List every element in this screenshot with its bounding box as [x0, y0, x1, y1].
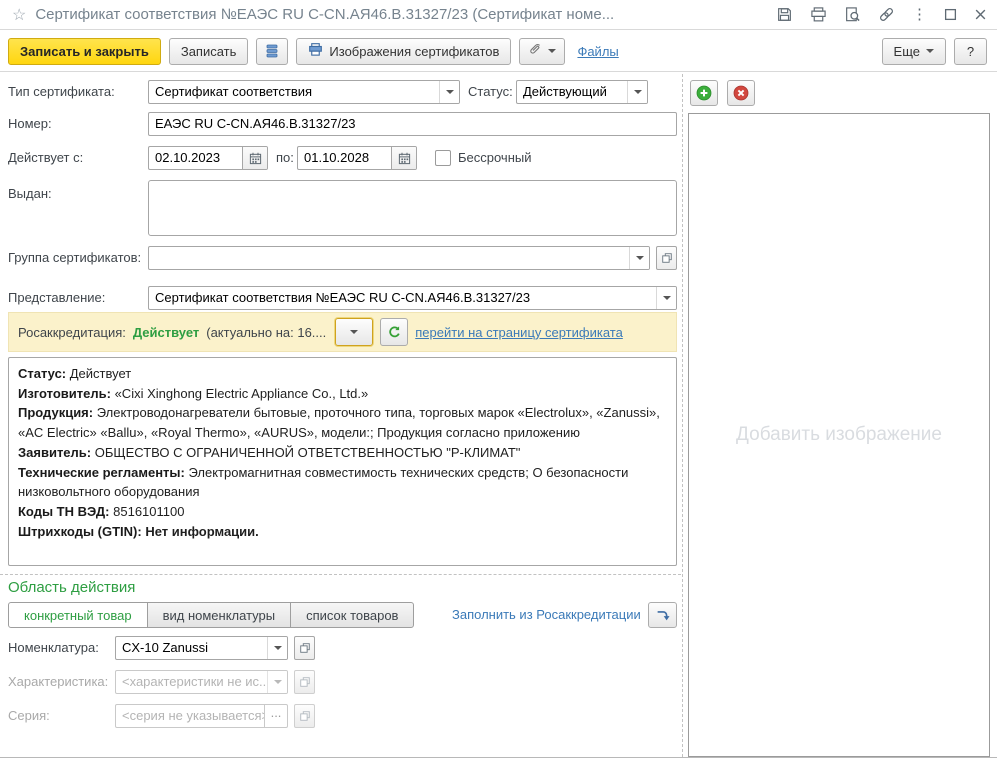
- accreditation-status: Действует: [132, 324, 200, 340]
- accreditation-dropdown-button[interactable]: [335, 318, 374, 346]
- section-separator: [0, 574, 681, 575]
- calendar-icon[interactable]: [391, 147, 416, 169]
- valid-from-input[interactable]: 02.10.2023: [148, 146, 268, 170]
- save-button[interactable]: Записать: [168, 37, 249, 65]
- chevron-down-icon: [926, 49, 934, 53]
- nomenclature-open-button[interactable]: [294, 636, 315, 660]
- maximize-icon[interactable]: [944, 8, 957, 21]
- tab-product-list[interactable]: список товаров: [290, 602, 415, 628]
- chevron-down-icon[interactable]: [629, 247, 649, 269]
- detail-row: Продукция: Электроводонагреватели бытовы…: [18, 405, 660, 441]
- attachments-button[interactable]: [519, 37, 566, 65]
- more-menu-icon[interactable]: ⋮: [912, 7, 927, 22]
- form-content: Тип сертификата: Сертификат соответствия…: [0, 72, 997, 763]
- chevron-down-icon[interactable]: [656, 287, 676, 309]
- series-input: <серия не указывается> ...: [115, 704, 288, 728]
- nomenclature-combobox[interactable]: CX-10 Zanussi: [115, 636, 288, 660]
- get-link-icon[interactable]: [878, 6, 895, 23]
- close-icon[interactable]: [974, 8, 987, 21]
- plus-icon: [696, 85, 712, 101]
- save-and-close-button[interactable]: Записать и закрыть: [8, 37, 161, 65]
- certificate-page-link[interactable]: перейти на страницу сертификата: [415, 325, 623, 340]
- presentation-label: Представление:: [8, 290, 106, 305]
- favorite-star-icon[interactable]: ☆: [12, 5, 26, 25]
- type-combobox[interactable]: Сертификат соответствия: [148, 80, 460, 104]
- characteristic-combobox: <характеристики не ис...: [115, 670, 288, 694]
- ellipsis-button: ...: [264, 705, 287, 727]
- chevron-down-icon[interactable]: [439, 81, 459, 103]
- detail-row: Статус: Действует: [18, 366, 132, 381]
- valid-from-label: Действует с:: [8, 150, 84, 165]
- chevron-down-icon[interactable]: [267, 637, 287, 659]
- tab-specific-product[interactable]: конкретный товар: [8, 602, 148, 628]
- curved-arrow-icon: [657, 610, 670, 620]
- detail-row: Коды ТН ВЭД: 8516101100: [18, 503, 185, 519]
- valid-to-label: по:: [276, 150, 294, 165]
- characteristic-open-button: [294, 670, 315, 694]
- related-documents-button[interactable]: [256, 37, 289, 65]
- group-open-button[interactable]: [656, 246, 677, 270]
- detail-row: Изготовитель: «Cixi Xinghong Electric Ap…: [18, 385, 369, 401]
- print-icon[interactable]: [810, 6, 827, 23]
- printer-icon: [308, 42, 323, 60]
- delete-image-button[interactable]: [727, 80, 755, 106]
- files-link[interactable]: Файлы: [577, 44, 618, 59]
- accreditation-banner: Росаккредитация: Действует (актуально на…: [8, 312, 677, 352]
- form-bottom-border: [0, 757, 997, 758]
- chevron-down-icon[interactable]: [627, 81, 647, 103]
- characteristic-label: Характеристика:: [8, 674, 109, 689]
- fill-arrow-button[interactable]: [648, 602, 677, 628]
- number-input[interactable]: ЕАЭС RU C-CN.АЯ46.В.31327/23: [148, 112, 677, 136]
- panel-splitter[interactable]: [682, 74, 683, 757]
- certificate-images-button[interactable]: Изображения сертификатов: [296, 37, 512, 65]
- image-placeholder: Добавить изображение: [736, 424, 942, 445]
- status-label: Статус:: [468, 84, 513, 99]
- nomenclature-label: Номенклатура:: [8, 640, 99, 655]
- valid-to-input[interactable]: 01.10.2028: [297, 146, 417, 170]
- group-combobox[interactable]: [148, 246, 650, 270]
- refresh-button[interactable]: [380, 318, 409, 346]
- certificate-window: ☆ Сертификат соответствия №ЕАЭС RU C-CN.…: [0, 0, 997, 763]
- calendar-icon[interactable]: [242, 147, 267, 169]
- issued-label: Выдан:: [8, 186, 52, 201]
- more-button[interactable]: Еще: [881, 37, 946, 65]
- presentation-combobox[interactable]: Сертификат соответствия №ЕАЭС RU C-CN.АЯ…: [148, 286, 677, 310]
- series-open-button: [294, 704, 315, 728]
- chevron-down-icon: [548, 49, 557, 53]
- save-icon[interactable]: [776, 6, 793, 23]
- issued-textarea[interactable]: [148, 180, 677, 236]
- accreditation-note: (актуально на: 16....: [206, 324, 327, 340]
- number-label: Номер:: [8, 116, 52, 131]
- toolbar: Записать и закрыть Записать Изображения …: [0, 31, 997, 72]
- chevron-down-icon: [350, 330, 359, 334]
- certificate-details: Статус: Действует Изготовитель: «Cixi Xi…: [8, 357, 677, 566]
- detail-row: Штрихкоды (GTIN): Нет информации.: [18, 523, 259, 539]
- fill-from-accreditation-link[interactable]: Заполнить из Росаккредитации: [452, 607, 641, 622]
- refresh-icon: [389, 325, 400, 337]
- detail-row: Заявитель: ОБЩЕСТВО С ОГРАНИЧЕННОЙ ОТВЕТ…: [18, 444, 521, 460]
- title-bar: ☆ Сертификат соответствия №ЕАЭС RU C-CN.…: [0, 0, 997, 30]
- delete-icon: [733, 85, 749, 101]
- chevron-down-icon: [267, 671, 287, 693]
- print-preview-icon[interactable]: [844, 6, 861, 23]
- window-title: Сертификат соответствия №ЕАЭС RU C-CN.АЯ…: [35, 6, 615, 23]
- help-button[interactable]: ?: [954, 37, 987, 65]
- perpetual-checkbox[interactable]: [435, 150, 451, 166]
- tab-nomenclature-kind[interactable]: вид номенклатуры: [146, 602, 292, 628]
- type-label: Тип сертификата:: [8, 84, 115, 99]
- add-image-button[interactable]: [690, 80, 718, 106]
- scope-section-title: Область действия: [8, 579, 136, 596]
- detail-row: Технические регламенты: Электромагнитная…: [18, 464, 629, 500]
- series-label: Серия:: [8, 708, 50, 723]
- scope-tabs: конкретный товар вид номенклатуры список…: [8, 602, 415, 628]
- paperclip-icon: [528, 42, 543, 60]
- group-label: Группа сертификатов:: [8, 250, 142, 265]
- accreditation-label: Росаккредитация:: [18, 324, 126, 340]
- perpetual-label: Бессрочный: [458, 150, 532, 165]
- certificate-image-area[interactable]: Добавить изображение: [688, 113, 990, 757]
- status-combobox[interactable]: Действующий: [516, 80, 648, 104]
